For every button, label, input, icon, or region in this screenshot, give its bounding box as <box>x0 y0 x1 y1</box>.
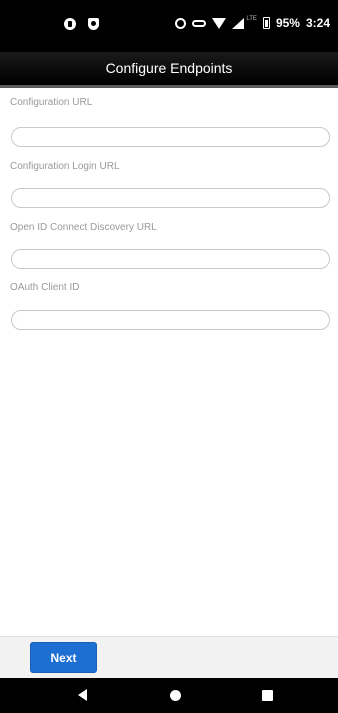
status-bar: LTE 95% 3:24 <box>0 0 338 52</box>
alarm-icon <box>175 17 187 29</box>
wifi-icon <box>212 17 227 29</box>
status-indicators: LTE 95% 3:24 <box>175 16 330 30</box>
battery-percent: 95% <box>275 16 300 30</box>
link-icon <box>192 19 207 27</box>
action-bar: Next <box>0 636 338 678</box>
system-nav-bar <box>0 678 338 713</box>
configuration-login-url-label: Configuration Login URL <box>10 161 120 172</box>
back-icon[interactable] <box>78 689 87 701</box>
shield-icon <box>88 18 99 30</box>
configuration-url-label: Configuration URL <box>10 97 93 108</box>
notification-app-icon <box>64 18 76 30</box>
clock: 3:24 <box>305 16 330 30</box>
recents-icon[interactable] <box>262 690 273 701</box>
network-type: LTE <box>246 16 257 22</box>
home-icon[interactable] <box>170 690 181 701</box>
battery-icon <box>262 17 270 29</box>
oidc-discovery-url-label: Open ID Connect Discovery URL <box>10 222 157 233</box>
configuration-url-input[interactable] <box>11 127 330 147</box>
configuration-login-url-input[interactable] <box>11 188 330 208</box>
page-title: Configure Endpoints <box>0 52 338 88</box>
oidc-discovery-url-input[interactable] <box>11 249 330 269</box>
signal-icon <box>232 17 245 29</box>
next-button[interactable]: Next <box>30 642 97 673</box>
oauth-client-id-label: OAuth Client ID <box>10 282 80 293</box>
oauth-client-id-input[interactable] <box>11 310 330 330</box>
status-notifications <box>64 18 99 30</box>
